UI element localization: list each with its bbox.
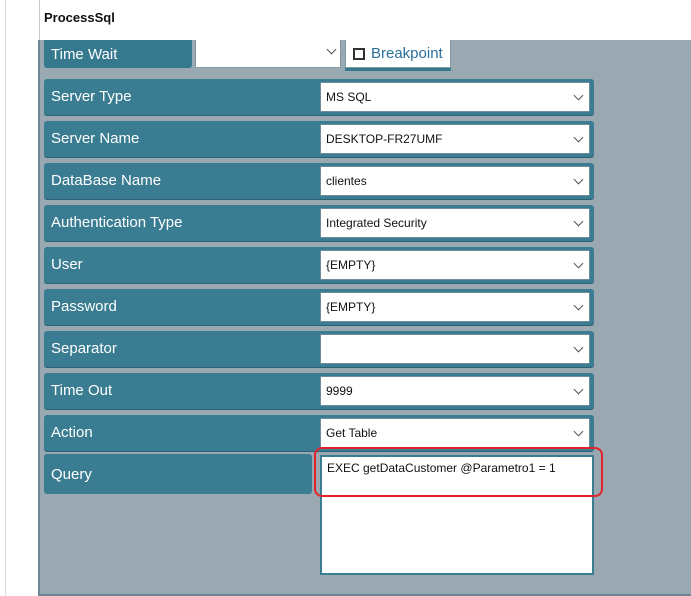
- field-select-database-name[interactable]: clientes: [320, 166, 590, 196]
- field-label-separator: Separator: [51, 340, 117, 357]
- chevron-down-icon[interactable]: [573, 342, 584, 353]
- chevron-down-icon[interactable]: [573, 216, 584, 227]
- field-label-server-name: Server Name: [51, 130, 140, 147]
- field-select-action[interactable]: Get Table: [320, 418, 590, 448]
- field-row-password: Password {EMPTY}: [44, 289, 594, 325]
- field-value-authentication-type: Integrated Security: [326, 216, 427, 230]
- chevron-down-icon[interactable]: [573, 90, 584, 101]
- field-label-query: Query: [51, 466, 92, 483]
- breakpoint-label: Breakpoint: [371, 45, 443, 62]
- panel-left-edge: [38, 40, 40, 596]
- field-label-user: User: [51, 256, 83, 273]
- title-divider: [39, 0, 40, 40]
- field-row-separator: Separator: [44, 331, 594, 367]
- field-value-time-out: 9999: [326, 384, 353, 398]
- field-value-user: {EMPTY}: [326, 258, 376, 272]
- field-select-server-name[interactable]: DESKTOP-FR27UMF: [320, 124, 590, 154]
- field-select-authentication-type[interactable]: Integrated Security: [320, 208, 590, 238]
- field-row-time-out: Time Out 9999: [44, 373, 594, 409]
- chevron-down-icon[interactable]: [573, 300, 584, 311]
- field-label-authentication-type: Authentication Type: [51, 214, 183, 231]
- field-label-password: Password: [51, 298, 117, 315]
- field-select-time-out[interactable]: 9999: [320, 376, 590, 406]
- field-row-action: Action Get Table: [44, 415, 594, 451]
- field-row-authentication-type: Authentication Type Integrated Security: [44, 205, 594, 241]
- field-value-password: {EMPTY}: [326, 300, 376, 314]
- query-highlight-annotation: [314, 447, 603, 497]
- chevron-down-icon[interactable]: [573, 258, 584, 269]
- field-label-action: Action: [51, 424, 93, 441]
- field-row-user: User {EMPTY}: [44, 247, 594, 283]
- field-select-user[interactable]: {EMPTY}: [320, 250, 590, 280]
- time-wait-label: Time Wait: [44, 40, 192, 68]
- field-select-password[interactable]: {EMPTY}: [320, 292, 590, 322]
- field-row-query: Query: [44, 454, 312, 494]
- field-row-server-type: Server Type MS SQL: [44, 79, 594, 115]
- breakpoint-toggle[interactable]: Breakpoint: [345, 40, 451, 68]
- time-wait-select[interactable]: [195, 40, 341, 68]
- field-value-action: Get Table: [326, 426, 378, 440]
- chevron-down-icon[interactable]: [573, 426, 584, 437]
- field-value-server-name: DESKTOP-FR27UMF: [326, 132, 443, 146]
- field-value-server-type: MS SQL: [326, 90, 372, 104]
- field-label-database-name: DataBase Name: [51, 172, 162, 189]
- field-select-server-type[interactable]: MS SQL: [320, 82, 590, 112]
- chevron-down-icon[interactable]: [573, 174, 584, 185]
- checkbox-icon[interactable]: [353, 47, 365, 60]
- field-select-separator[interactable]: [320, 334, 590, 364]
- field-row-database-name: DataBase Name clientes: [44, 163, 594, 199]
- chevron-down-icon[interactable]: [573, 132, 584, 143]
- field-value-database-name: clientes: [326, 174, 367, 188]
- field-row-server-name: Server Name DESKTOP-FR27UMF: [44, 121, 594, 157]
- field-label-server-type: Server Type: [51, 88, 132, 105]
- window-left-border: [5, 0, 6, 596]
- chevron-down-icon[interactable]: [573, 384, 584, 395]
- breakpoint-underline: [345, 68, 451, 71]
- window-title: ProcessSql: [44, 10, 115, 25]
- field-label-time-out: Time Out: [51, 382, 113, 399]
